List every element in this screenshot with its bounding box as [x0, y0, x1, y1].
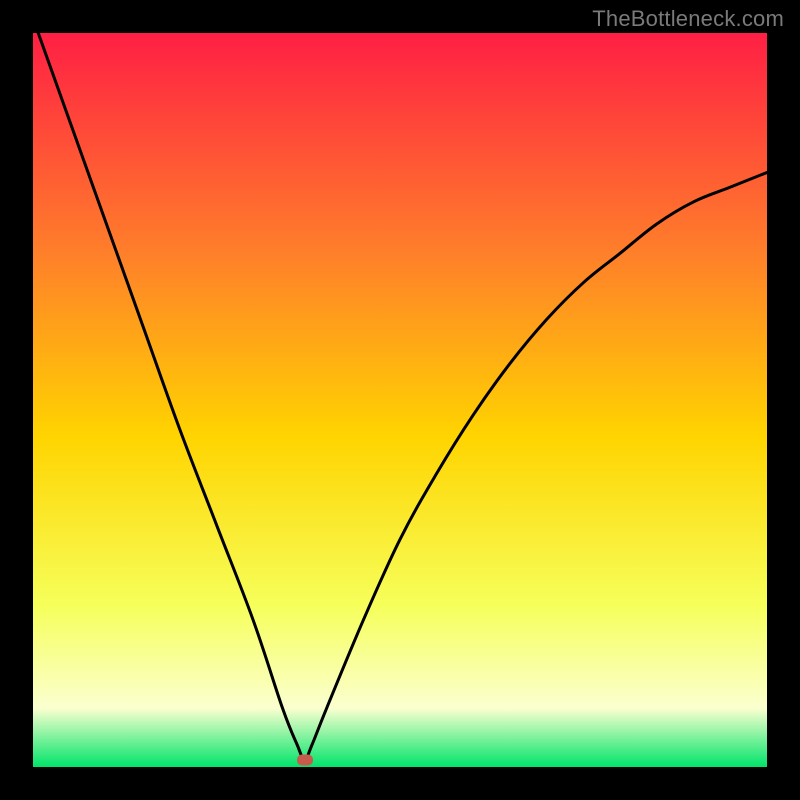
watermark-text: TheBottleneck.com — [592, 6, 784, 32]
optimum-marker — [297, 754, 313, 765]
plot-area — [33, 33, 767, 767]
bottleneck-curve — [33, 33, 767, 767]
chart-frame: TheBottleneck.com — [0, 0, 800, 800]
